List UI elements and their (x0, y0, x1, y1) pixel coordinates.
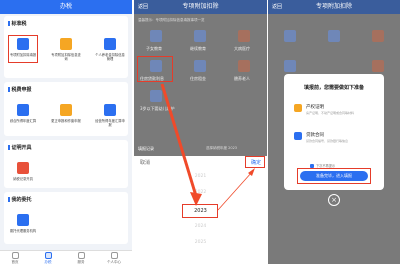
business-icon (104, 104, 116, 116)
contract-icon (294, 132, 302, 140)
requirement-title: 产权证明 (306, 105, 324, 110)
section-title: 标准税 (8, 20, 27, 27)
certificate-icon (17, 162, 29, 174)
section-title: 证明开具 (8, 144, 32, 151)
pension-icon (104, 38, 116, 50)
bottom-tab-bar: 首页 办税 服务 个人中心 (0, 250, 132, 264)
menu-item-label[interactable]: 经营所得年度汇算申报 (95, 119, 125, 127)
menu-item-label[interactable]: 委托代理服务机构 (8, 229, 38, 233)
menu-item-label[interactable]: 更正申报和作废申报 (51, 119, 81, 123)
tax-service-page: 办税 标准税 专项附加扣除填报 专项附加扣除信息查询 个人养老金扣除信息管理 税… (0, 0, 132, 264)
tab-service[interactable]: 服务 (68, 252, 94, 264)
bg-icon (372, 60, 384, 72)
title-bar: 返回 专项附加扣除 (268, 0, 400, 14)
search-doc-icon (60, 38, 72, 50)
back-button[interactable]: 返回 (272, 0, 282, 14)
menu-item-label[interactable]: 个人养老金扣除信息管理 (95, 53, 125, 61)
menu-item-label[interactable]: 综合所得年度汇算 (8, 119, 38, 123)
bg-icon (284, 60, 296, 72)
preparation-dialog: 填报前，您需要做如下准备 产权证明 房产证明、不动产证明或合同等材料 贷款合同 … (284, 74, 384, 190)
dialog-title: 填报前，您需要做如下准备 (303, 85, 364, 91)
special-deduction-button[interactable] (8, 35, 38, 63)
tab-home[interactable]: 首页 (2, 252, 28, 264)
bg-icon (328, 30, 340, 42)
tab-tax[interactable]: 办税 (35, 252, 61, 264)
requirement-title: 贷款合同 (306, 133, 324, 138)
requirement-desc: 贷款合同编号、贷款银行等信息 (306, 139, 349, 143)
report-icon (17, 104, 29, 116)
screenshot-collage: 办税 标准税 专项附加扣除填报 专项附加扣除信息查询 个人养老金扣除信息管理 税… (0, 0, 400, 264)
preparation-dialog-page: 返回 专项附加扣除 填报前，您需要做如下准备 产权证明 房产证明、不动产证明或合… (268, 0, 400, 264)
title-bar: 办税 (0, 0, 132, 14)
bg-icon (372, 30, 384, 42)
tab-profile[interactable]: 个人中心 (101, 252, 127, 264)
menu-item-label[interactable]: 专项附加扣除信息查询 (51, 53, 81, 61)
correction-icon (60, 104, 72, 116)
tax-icon (44, 252, 52, 259)
heart-icon (77, 252, 85, 259)
page-title: 专项附加扣除 (315, 3, 352, 10)
page-title: 办税 (59, 3, 72, 10)
home-icon (11, 252, 19, 259)
section-title: 我的委托 (8, 196, 32, 203)
section-title: 税费申报 (8, 86, 32, 93)
bg-icon (284, 30, 296, 42)
special-deduction-page: 返回 专项附加扣除 温馨提示：专项附加扣除信息填报事项一览 子女教育 继续教育 … (134, 0, 267, 264)
document-icon (294, 104, 302, 112)
menu-item-label[interactable]: 纳税记录开具 (8, 177, 38, 181)
cta-highlight (297, 168, 371, 184)
agency-icon (17, 214, 29, 226)
requirement-desc: 房产证明、不动产证明或合同等材料 (306, 111, 355, 115)
user-icon (110, 252, 118, 259)
instruction-arrows (160, 83, 255, 211)
close-icon[interactable]: × (328, 194, 340, 206)
